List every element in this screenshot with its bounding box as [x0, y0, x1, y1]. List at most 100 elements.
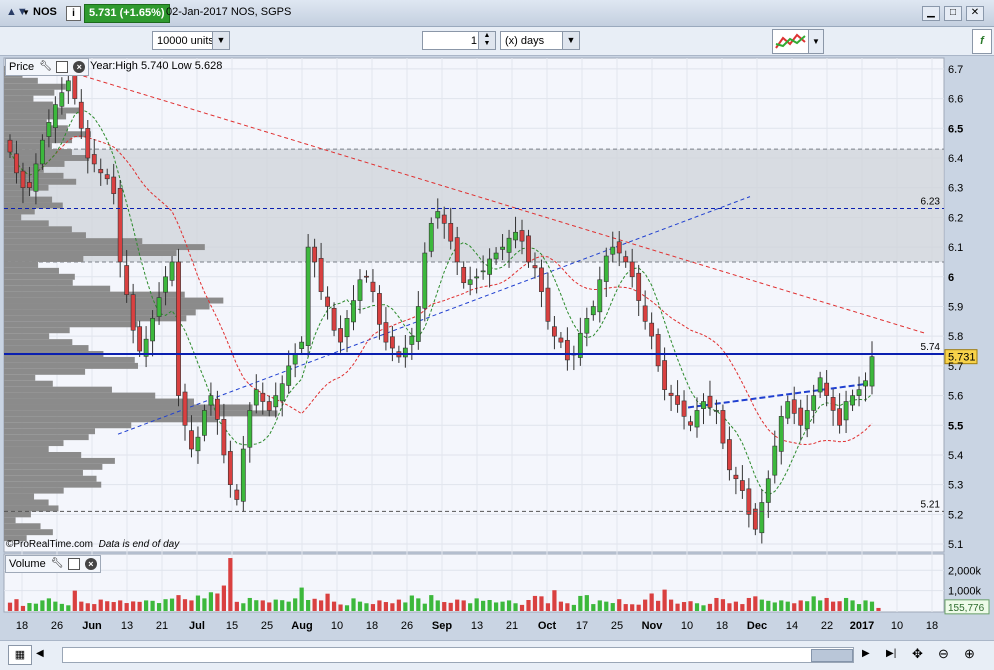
profile-bar	[4, 410, 278, 417]
volume-bar	[500, 601, 505, 611]
scrollbar-thumb[interactable]	[811, 649, 853, 662]
volume-bar	[558, 601, 564, 611]
stepper-icon[interactable]: ▲ ▼	[478, 32, 495, 49]
candle-body	[727, 439, 732, 471]
profile-bar	[4, 511, 31, 518]
candle-body	[389, 336, 395, 349]
candle-body	[156, 297, 162, 317]
volume-bar	[571, 604, 576, 611]
volume-bar	[675, 603, 680, 611]
x-tick-label: 18	[716, 620, 728, 632]
volume-bar	[792, 603, 797, 611]
candle-body	[642, 305, 648, 322]
x-tick-label: Dec	[747, 620, 767, 632]
candle-body	[662, 360, 668, 390]
volume-bar	[617, 599, 622, 611]
zoom-out-icon[interactable]: ⊖	[938, 645, 956, 663]
chevron-down-icon[interactable]: ▼	[562, 32, 579, 49]
volume-bar	[280, 600, 285, 611]
candle-body	[694, 410, 700, 428]
candle-body	[52, 104, 58, 129]
candle-body	[584, 318, 590, 334]
candle-body	[863, 380, 868, 387]
candle-body	[681, 400, 687, 417]
minimize-icon[interactable]: ▁	[922, 6, 940, 21]
profile-bar	[4, 434, 89, 441]
indicator-icon[interactable]	[772, 29, 810, 54]
profile-bar	[4, 333, 50, 340]
function-icon[interactable]: f	[972, 29, 992, 54]
x-tick-label: 26	[401, 620, 413, 632]
window-titlebar: ▲▼ ▼ NOS i 5.731 (+1.65%) 02-Jan-2017 NO…	[0, 0, 994, 27]
profile-bar	[4, 250, 177, 256]
profile-bar	[4, 440, 64, 447]
candle-body	[344, 318, 350, 338]
candle-body	[811, 395, 817, 411]
scroll-right-icon[interactable]: ▶	[862, 645, 876, 663]
volume-bar	[610, 603, 615, 611]
period-unit-select[interactable]: (x) days ▼	[500, 31, 580, 50]
candle-body	[746, 488, 752, 515]
x-tick-label: 21	[506, 620, 518, 632]
volume-bar	[208, 592, 214, 611]
bottom-bar: ▦ ◀ ▶ ▶| ✥ ⊖ ⊕	[0, 640, 994, 670]
profile-bar	[4, 517, 16, 524]
volume-bar	[442, 602, 447, 611]
calendar-icon[interactable]: ▦	[8, 645, 32, 665]
chevron-down-icon[interactable]: ▼	[212, 32, 229, 49]
candle-body	[623, 256, 629, 263]
zoom-in-icon[interactable]: ⊕	[964, 645, 982, 663]
volume-bar	[766, 600, 771, 611]
volume-bar	[254, 600, 259, 611]
profile-bar	[4, 428, 96, 435]
volume-bar	[247, 597, 252, 611]
volume-bar	[649, 593, 654, 611]
profile-bar	[4, 463, 103, 470]
candle-body	[675, 395, 680, 405]
volume-bar	[33, 603, 39, 611]
scroll-end-icon[interactable]: ▶|	[886, 645, 900, 663]
x-tick-label: 18	[926, 620, 938, 632]
window-icon[interactable]	[67, 558, 80, 571]
maximize-icon[interactable]: □	[944, 6, 962, 21]
dropdown-arrow-icon[interactable]: ▼	[22, 4, 30, 21]
candle-body	[72, 75, 78, 99]
profile-bar	[4, 273, 75, 280]
candle-body	[383, 322, 389, 343]
volume-bar	[72, 590, 77, 611]
wrench-icon[interactable]: 🔧︎	[51, 558, 64, 570]
price-volume-chart[interactable]: 6.235.215.745.731 6.76.66.56.46.36.26.16…	[0, 56, 994, 668]
wrench-icon[interactable]: 🔧︎	[39, 61, 52, 73]
volume-bar	[267, 602, 272, 611]
volume-bar	[701, 605, 706, 611]
profile-bar	[4, 89, 55, 96]
cursor-icon[interactable]: ✥	[912, 645, 930, 663]
period-count-stepper[interactable]: 1 ▲ ▼	[422, 31, 496, 50]
chart-toolbar: 10000 units ▼ 1 ▲ ▼ (x) days ▼ ▼ f	[0, 27, 994, 56]
profile-bar	[4, 481, 102, 488]
volume-bar	[318, 600, 324, 611]
profile-bar	[4, 77, 38, 84]
candle-body	[357, 279, 363, 301]
volume-bar	[163, 599, 168, 611]
x-tick-label: 2017	[850, 620, 874, 632]
profile-bar	[4, 279, 73, 286]
volume-bar	[14, 599, 19, 611]
volume-bar	[753, 596, 758, 611]
window-icon[interactable]	[56, 61, 69, 74]
info-icon[interactable]: i	[66, 6, 81, 21]
close-icon[interactable]: ×	[73, 61, 86, 74]
scroll-left-icon[interactable]: ◀	[36, 645, 50, 663]
symbol-label[interactable]: NOS	[33, 4, 57, 21]
volume-bar	[656, 600, 661, 611]
candle-body	[78, 101, 84, 129]
close-icon[interactable]: ×	[84, 558, 97, 571]
units-select[interactable]: 10000 units ▼	[152, 31, 230, 50]
profile-bar	[4, 226, 72, 233]
profile-bar	[4, 196, 53, 203]
x-tick-label: Jul	[189, 620, 205, 632]
candle-body	[415, 306, 421, 342]
horizontal-scrollbar[interactable]	[62, 647, 854, 663]
close-icon[interactable]: ✕	[966, 6, 984, 21]
chevron-down-icon[interactable]: ▼	[808, 29, 824, 54]
